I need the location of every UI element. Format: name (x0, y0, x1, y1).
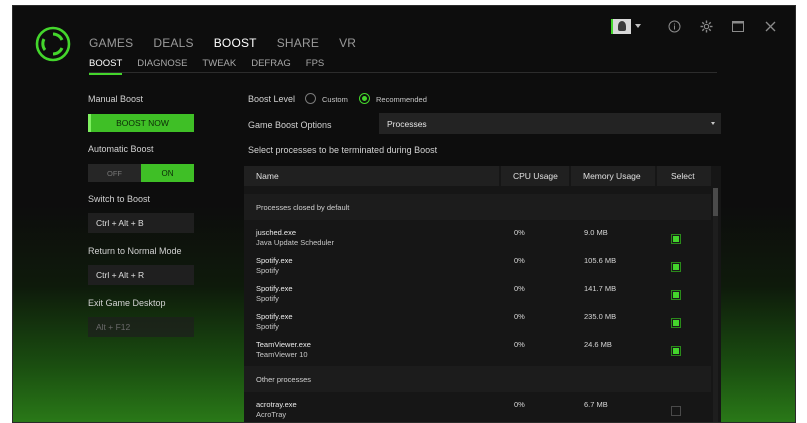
table-row: TeamViewer.exe TeamViewer 10 0% 24.6 MB (244, 334, 711, 362)
column-header-select[interactable]: Select (657, 166, 711, 186)
process-name: Spotify.exe (256, 312, 293, 321)
process-cpu: 0% (514, 340, 525, 349)
column-header-cpu[interactable]: CPU Usage (501, 166, 571, 186)
info-icon[interactable] (667, 19, 681, 33)
table-row: Spotify.exe Spotify 0% 105.6 MB (244, 250, 711, 278)
game-boost-options-value: Processes (387, 118, 427, 129)
process-description: TeamViewer 10 (256, 350, 308, 359)
process-name: Spotify.exe (256, 284, 293, 293)
scrollbar-thumb[interactable] (713, 188, 718, 216)
boost-now-button[interactable]: BOOST NOW (88, 114, 194, 132)
process-select-checkbox[interactable] (671, 262, 681, 272)
close-icon[interactable] (763, 19, 777, 33)
nav-deals[interactable]: DEALS (153, 36, 193, 50)
process-cpu: 0% (514, 284, 525, 293)
process-description: Spotify (256, 266, 279, 275)
toggle-on-option[interactable]: ON (141, 164, 194, 182)
process-name: Spotify.exe (256, 256, 293, 265)
switch-to-boost-label: Switch to Boost (88, 194, 151, 204)
process-select-checkbox[interactable] (671, 234, 681, 244)
process-name: acrotray.exe (256, 400, 297, 409)
nav-boost[interactable]: BOOST (214, 36, 257, 50)
main-nav: GAMES DEALS BOOST SHARE VR (89, 36, 376, 50)
game-boost-options-label: Game Boost Options (248, 120, 332, 130)
process-memory: 105.6 MB (584, 256, 617, 265)
process-cpu: 0% (514, 400, 525, 409)
process-select-checkbox[interactable] (671, 290, 681, 300)
automatic-boost-label: Automatic Boost (88, 144, 154, 154)
app-window: GAMES DEALS BOOST SHARE VR BOOST DIAGNOS… (12, 5, 796, 423)
process-memory: 9.0 MB (584, 228, 608, 237)
group-row-other: Other processes (244, 366, 711, 392)
return-normal-mode-shortcut-field[interactable]: Ctrl + Alt + R (88, 265, 194, 285)
process-select-checkbox[interactable] (671, 406, 681, 416)
title-bar (611, 16, 795, 36)
switch-to-boost-shortcut-field[interactable]: Ctrl + Alt + B (88, 213, 194, 233)
process-memory: 6.7 MB (584, 400, 608, 409)
process-description: Java Update Scheduler (256, 238, 334, 247)
recommended-radio-label[interactable]: Recommended (376, 95, 427, 104)
group-row-default: Processes closed by default (244, 194, 711, 220)
toggle-off-option[interactable]: OFF (88, 164, 141, 182)
custom-radio-label[interactable]: Custom (322, 95, 348, 104)
nav-share[interactable]: SHARE (277, 36, 319, 50)
game-boost-options-select[interactable]: Processes (379, 113, 721, 134)
chevron-down-icon (711, 122, 715, 125)
chevron-down-icon[interactable] (635, 24, 641, 28)
process-memory: 235.0 MB (584, 312, 617, 321)
process-memory: 141.7 MB (584, 284, 617, 293)
maximize-icon[interactable] (731, 19, 745, 33)
process-cpu: 0% (514, 228, 525, 237)
process-description: Spotify (256, 294, 279, 303)
process-cpu: 0% (514, 312, 525, 321)
table-header: Name CPU Usage Memory Usage Select (244, 166, 711, 186)
return-normal-mode-label: Return to Normal Mode (88, 246, 182, 256)
column-header-name[interactable]: Name (244, 166, 501, 186)
table-row: jusched.exe Java Update Scheduler 0% 9.0… (244, 222, 711, 250)
manual-boost-label: Manual Boost (88, 94, 144, 104)
select-processes-label: Select processes to be terminated during… (248, 145, 438, 155)
process-memory: 24.6 MB (584, 340, 612, 349)
razer-cortex-logo-icon (35, 26, 71, 62)
column-header-memory[interactable]: Memory Usage (571, 166, 657, 186)
exit-game-desktop-label: Exit Game Desktop (88, 298, 166, 308)
recommended-radio[interactable] (359, 93, 370, 104)
table-row: acrotray.exe AcroTray 0% 6.7 MB (244, 394, 711, 422)
process-select-checkbox[interactable] (671, 318, 681, 328)
nav-vr[interactable]: VR (339, 36, 356, 50)
process-name: TeamViewer.exe (256, 340, 311, 349)
exit-game-desktop-shortcut-field[interactable]: Alt + F12 (88, 317, 194, 337)
process-cpu: 0% (514, 256, 525, 265)
table-scrollbar[interactable] (713, 188, 718, 422)
avatar[interactable] (611, 18, 631, 34)
boost-level-label: Boost Level (248, 94, 296, 104)
nav-games[interactable]: GAMES (89, 36, 133, 50)
automatic-boost-toggle[interactable]: OFF ON (88, 164, 194, 182)
process-description: Spotify (256, 322, 279, 331)
sub-nav-divider (89, 72, 717, 73)
process-description: AcroTray (256, 410, 287, 419)
process-select-checkbox[interactable] (671, 346, 681, 356)
table-row: Spotify.exe Spotify 0% 235.0 MB (244, 306, 711, 334)
gear-icon[interactable] (699, 19, 713, 33)
custom-radio[interactable] (305, 93, 316, 104)
table-row: Spotify.exe Spotify 0% 141.7 MB (244, 278, 711, 306)
process-name: jusched.exe (256, 228, 297, 237)
process-table: Name CPU Usage Memory Usage Select Proce… (244, 166, 721, 422)
